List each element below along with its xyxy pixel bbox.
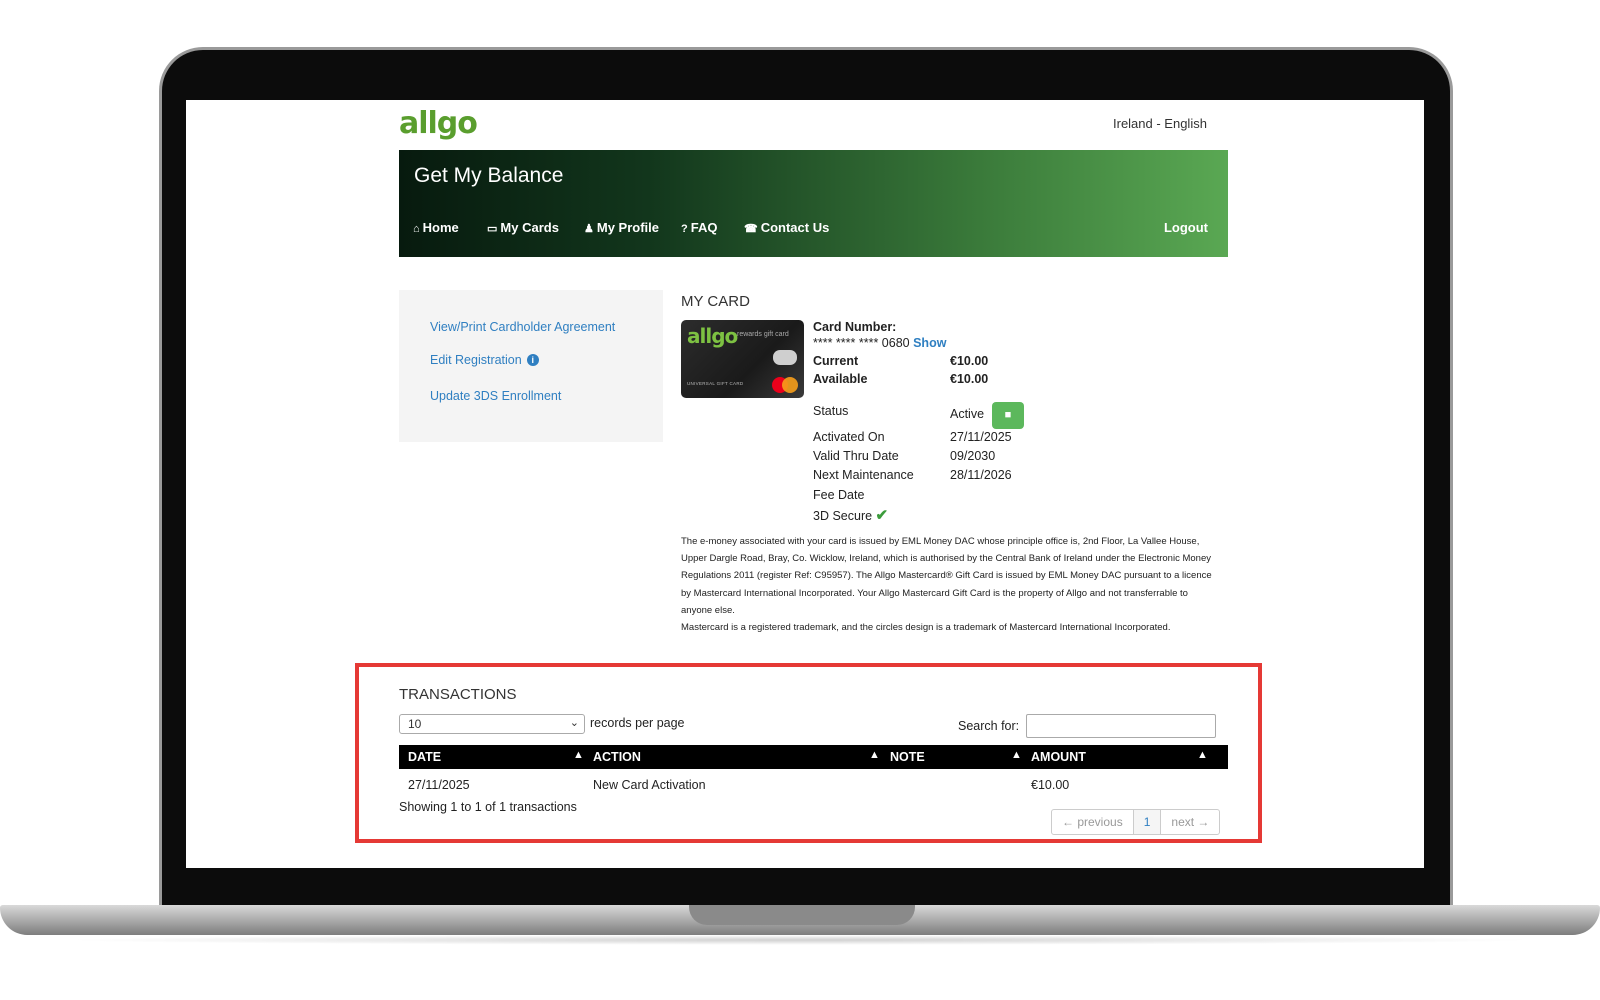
- row-action: New Card Activation: [593, 778, 706, 792]
- nav-my-cards[interactable]: ▭ My Cards: [487, 220, 559, 235]
- mastercard-logo-overlap: [782, 377, 798, 393]
- row-date: 27/11/2025: [408, 778, 470, 792]
- browser-screen: allgo Ireland - English Get My Balance ⌂…: [186, 100, 1424, 868]
- nav-home[interactable]: ⌂ Home: [413, 220, 459, 235]
- card-icon: ▭: [487, 223, 498, 235]
- sort-date-icon[interactable]: ▲︎: [573, 749, 584, 761]
- checkmark-icon: ✔: [875, 507, 889, 524]
- card-logo: allgo: [687, 324, 738, 348]
- edit-registration-link[interactable]: Edit Registration i: [430, 353, 539, 367]
- home-icon: ⌂: [413, 223, 420, 235]
- sort-action-icon[interactable]: ▲︎: [869, 749, 880, 761]
- sort-note-icon[interactable]: ▲︎: [1011, 749, 1022, 761]
- question-icon: ?: [681, 223, 688, 235]
- lock-card-button[interactable]: ■: [992, 402, 1024, 429]
- records-per-page-label: records per page: [590, 716, 685, 730]
- activated-label: Activated On: [813, 430, 885, 444]
- available-label: Available: [813, 372, 868, 386]
- records-per-page-select[interactable]: 10 ⌄: [399, 714, 585, 734]
- page-banner: Get My Balance ⌂ Home ▭ My Cards ♟ My Profi…: [399, 150, 1228, 257]
- laptop-notch: [689, 905, 915, 925]
- card-chip: [773, 350, 797, 365]
- next-maintenance-value: 28/11/2026: [950, 468, 1012, 482]
- column-amount[interactable]: AMOUNT: [1031, 750, 1086, 764]
- column-note[interactable]: NOTE: [890, 750, 925, 764]
- card-image: allgo rewards gift card UNIVERSAL GIFT C…: [681, 320, 804, 398]
- card-number-label: Card Number:: [813, 320, 897, 334]
- valid-thru-label: Valid Thru Date: [813, 449, 899, 463]
- search-input[interactable]: [1026, 714, 1216, 738]
- sidebar: View/Print Cardholder Agreement Edit Reg…: [399, 290, 663, 442]
- lock-icon: ■: [1004, 409, 1012, 421]
- legal-paragraph: The e-money associated with your card is…: [681, 536, 1212, 616]
- phone-icon: ☎: [744, 223, 758, 235]
- row-amount: €10.00: [1031, 778, 1070, 792]
- logout-link[interactable]: Logout: [1164, 220, 1208, 235]
- nav-contact-us[interactable]: ☎ Contact Us: [744, 220, 829, 235]
- pagination: ← previous 1 next →: [1051, 809, 1221, 835]
- current-label: Current: [813, 354, 859, 368]
- status-value: Active: [950, 407, 985, 421]
- next-page-button[interactable]: next →: [1161, 810, 1219, 834]
- info-icon[interactable]: i: [526, 354, 539, 366]
- column-action[interactable]: ACTION: [593, 750, 641, 764]
- legal-text: The e-money associated with your card is…: [681, 533, 1219, 636]
- chevron-down-icon: ⌄: [569, 717, 579, 729]
- card-number-row: **** **** **** 0680 Show: [813, 336, 946, 350]
- nav-faq[interactable]: ? FAQ: [681, 220, 717, 235]
- cardholder-agreement-link[interactable]: View/Print Cardholder Agreement: [430, 320, 615, 334]
- available-balance: €10.00: [950, 372, 989, 386]
- previous-page-button[interactable]: ← previous: [1052, 810, 1134, 834]
- trademark-paragraph: Mastercard is a registered trademark, an…: [681, 622, 1171, 634]
- 3d-secure-row: 3D Secure ✔: [813, 506, 888, 524]
- 3d-secure-label: 3D Secure: [813, 509, 873, 523]
- my-card-heading: MY CARD: [681, 293, 750, 310]
- fee-date-label: Fee Date: [813, 488, 865, 502]
- locale-selector[interactable]: Ireland - English: [1113, 116, 1207, 131]
- allgo-logo[interactable]: allgo: [399, 106, 478, 141]
- column-date[interactable]: DATE: [408, 750, 441, 764]
- valid-thru-value: 09/2030: [950, 449, 996, 463]
- sort-amount-icon[interactable]: ▲︎: [1197, 749, 1208, 761]
- status-label: Status: [813, 404, 849, 418]
- card-number: **** **** **** 0680: [813, 336, 910, 350]
- showing-count: Showing 1 to 1 of 1 transactions: [399, 800, 577, 814]
- transactions-table-header: DATE ▲︎ ACTION ▲︎ NOTE ▲︎ AMOUNT ▲︎: [399, 745, 1228, 769]
- show-card-number-link[interactable]: Show: [913, 336, 946, 350]
- current-balance: €10.00: [950, 354, 989, 368]
- user-icon: ♟: [584, 223, 594, 235]
- update-3ds-link[interactable]: Update 3DS Enrollment: [430, 389, 561, 403]
- page-1-button[interactable]: 1: [1133, 810, 1162, 834]
- next-maintenance-label: Next Maintenance: [813, 468, 914, 482]
- laptop-shadow: [60, 935, 1540, 945]
- search-label: Search for:: [958, 719, 1020, 733]
- main-nav: ⌂ Home ▭ My Cards ♟ My Profile ? FAQ ☎ Contac…: [399, 220, 1228, 242]
- card-small-text: UNIVERSAL GIFT CARD: [687, 381, 744, 386]
- card-subtitle: rewards gift card: [737, 331, 789, 338]
- page-title: Get My Balance: [414, 164, 564, 187]
- transactions-heading: TRANSACTIONS: [399, 686, 517, 703]
- nav-my-profile[interactable]: ♟ My Profile: [584, 220, 659, 235]
- activated-value: 27/11/2025: [950, 430, 1012, 444]
